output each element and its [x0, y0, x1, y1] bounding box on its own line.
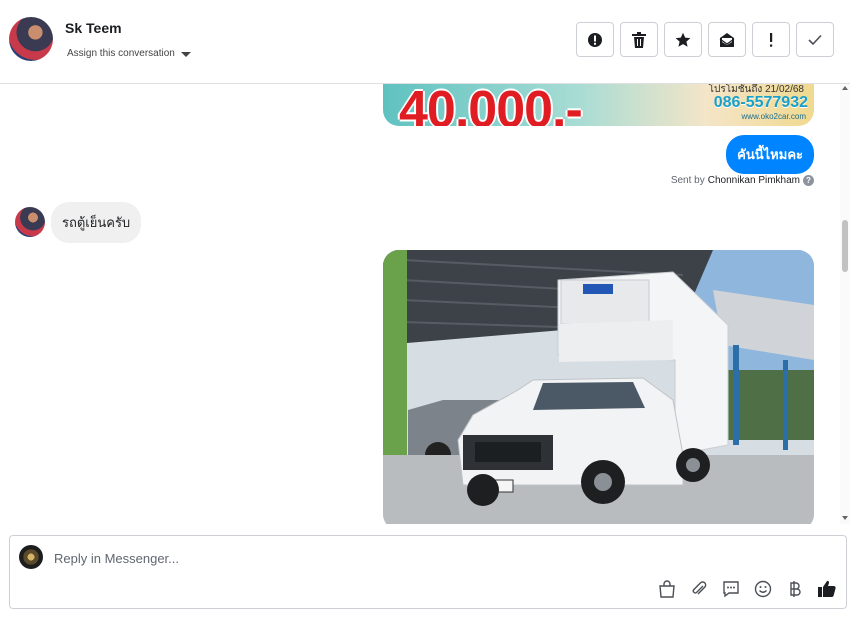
emoji-icon: [754, 580, 772, 598]
conversation-header: Sk Teem Assign this conversation: [0, 0, 850, 84]
shop-button[interactable]: [656, 578, 678, 600]
contact-avatar[interactable]: [9, 17, 53, 61]
saved-replies-button[interactable]: [720, 578, 742, 600]
mark-done-button[interactable]: [796, 22, 834, 57]
envelope-icon: [719, 32, 735, 47]
payment-button[interactable]: [784, 578, 806, 600]
page-avatar: [19, 545, 43, 569]
refrigerated-truck-image: [383, 250, 814, 524]
star-button[interactable]: [664, 22, 702, 57]
caret-down-icon: [180, 51, 191, 57]
incoming-message[interactable]: รถตู้เย็นครับ: [51, 202, 142, 243]
sent-by-prefix: Sent by: [670, 175, 705, 186]
exclamation-icon: [770, 32, 773, 47]
truck-photo-attachment[interactable]: [383, 250, 814, 524]
thumbs-up-icon: [818, 580, 836, 597]
thread-scrollbar[interactable]: [840, 84, 850, 524]
help-icon[interactable]: ?: [803, 175, 814, 186]
outgoing-message[interactable]: คันนี้ไหมคะ: [726, 135, 814, 174]
sent-by-info: Sent by Chonnikan Pimkham ?: [671, 175, 814, 186]
bag-icon: [659, 580, 675, 598]
contact-name[interactable]: Sk Teem: [65, 20, 122, 36]
conversation-actions: [576, 22, 834, 57]
scroll-up-arrow-icon[interactable]: [842, 86, 848, 90]
report-spam-button[interactable]: [576, 22, 614, 57]
message-thread[interactable]: 40,000.- โปรโมชั่นถึง 21/02/68 086-55779…: [0, 84, 850, 524]
paperclip-icon: [692, 581, 707, 595]
scroll-down-arrow-icon[interactable]: [842, 516, 848, 520]
reply-input[interactable]: [54, 548, 754, 568]
star-icon: [675, 32, 691, 47]
trash-icon: [632, 31, 646, 48]
scrollbar-thumb[interactable]: [842, 220, 848, 272]
promo-image-attachment[interactable]: 40,000.- โปรโมชั่นถึง 21/02/68 086-55779…: [383, 84, 814, 126]
contact-avatar-small: [15, 207, 45, 237]
saved-reply-icon: [723, 581, 739, 598]
banner-website: www.oko2car.com: [741, 112, 806, 121]
check-icon: [808, 34, 822, 45]
banner-price: 40,000.-: [399, 84, 583, 126]
delete-button[interactable]: [620, 22, 658, 57]
baht-icon: [790, 581, 801, 597]
assign-label: Assign this conversation: [67, 48, 175, 59]
reply-composer: [9, 535, 847, 609]
assign-conversation-dropdown[interactable]: Assign this conversation: [67, 48, 191, 59]
follow-up-button[interactable]: [752, 22, 790, 57]
attach-button[interactable]: [688, 578, 710, 600]
like-button[interactable]: [816, 578, 838, 600]
sender-name[interactable]: Chonnikan Pimkham: [708, 175, 800, 186]
emoji-button[interactable]: [752, 578, 774, 600]
banner-phone: 086-5577932: [713, 94, 808, 111]
composer-tools: [656, 578, 838, 600]
mark-unread-button[interactable]: [708, 22, 746, 57]
alert-circle-icon: [588, 32, 602, 47]
